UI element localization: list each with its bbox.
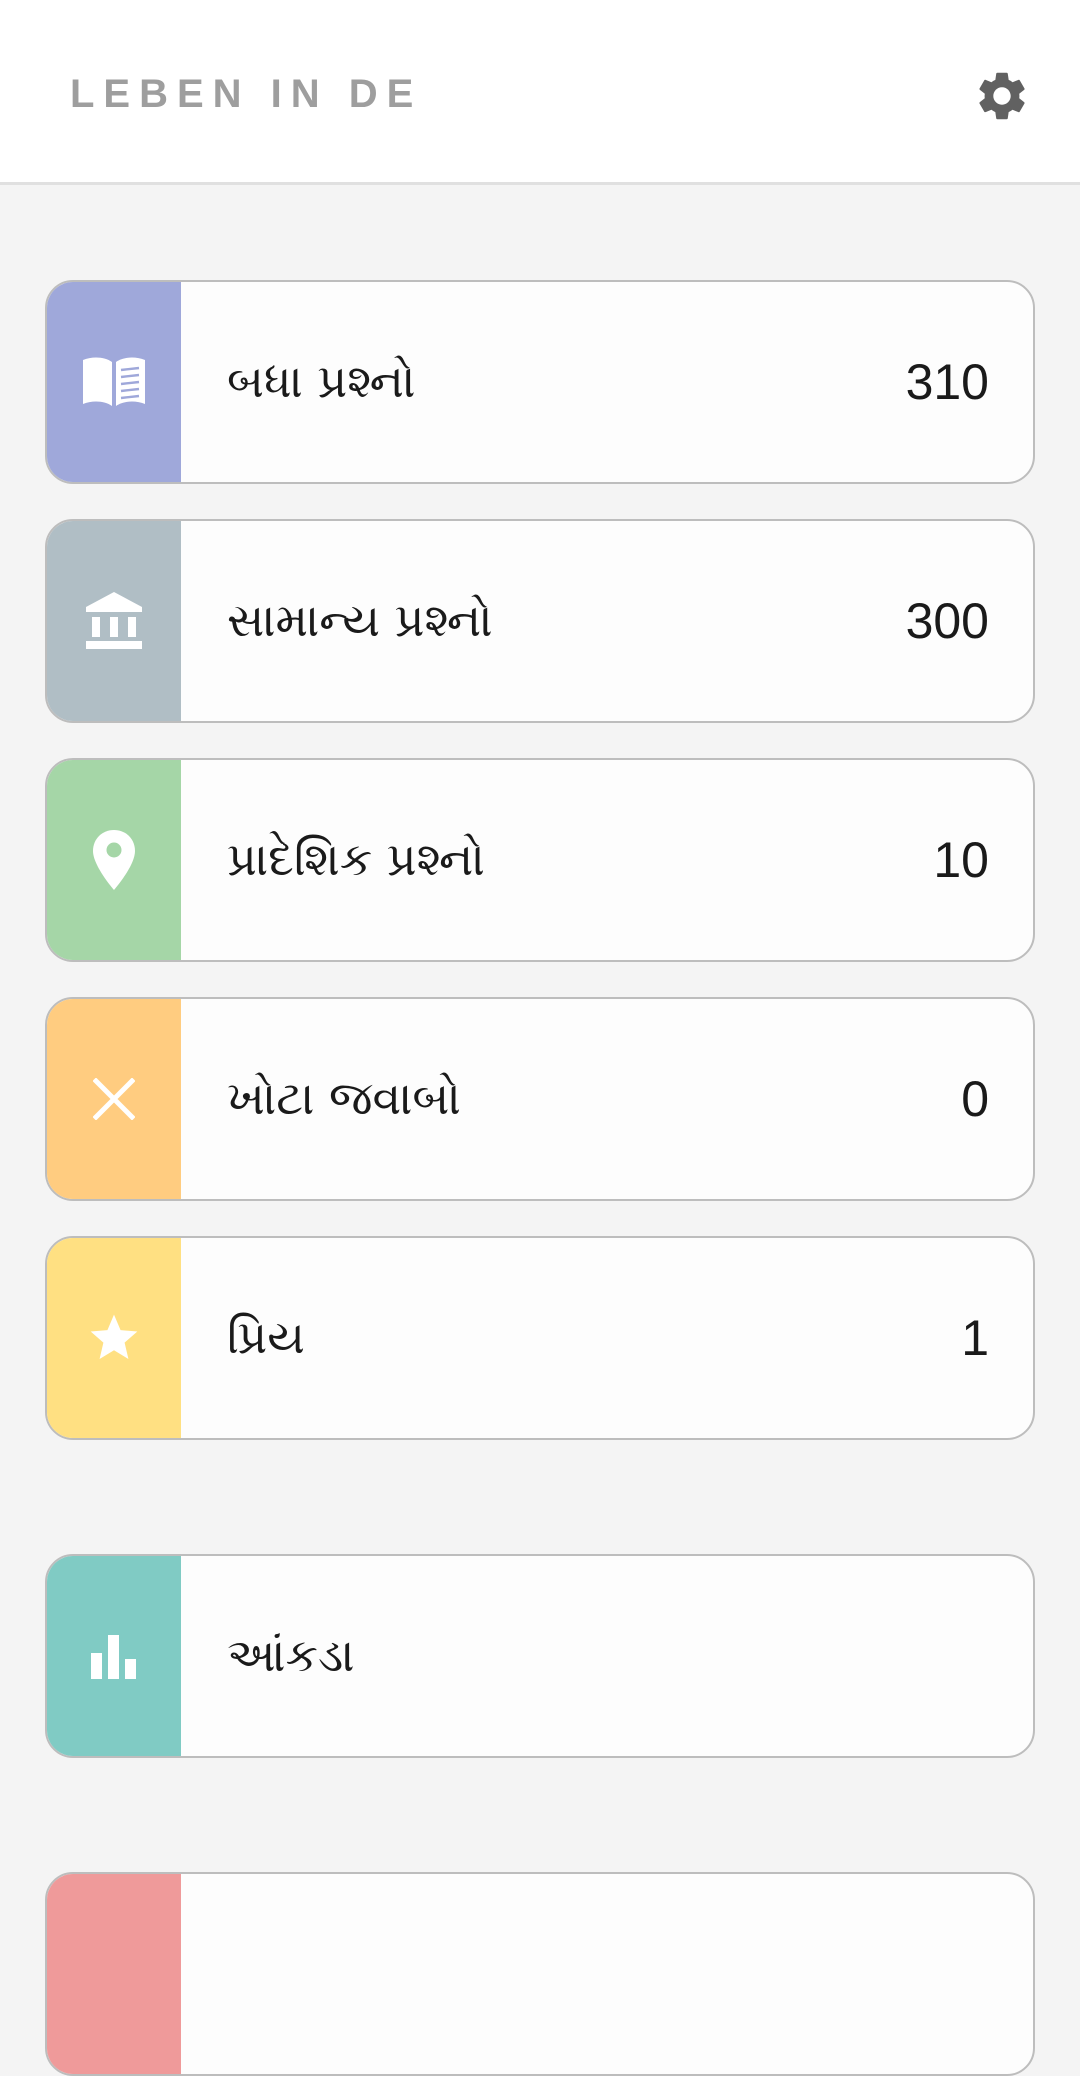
settings-button[interactable] (970, 64, 1034, 128)
app-title: LEBEN IN DE (70, 72, 423, 116)
menu-item-all-questions[interactable]: બધા પ્રશ્નો 310 (45, 280, 1035, 484)
card-icon-area (47, 521, 181, 721)
menu-item-partial[interactable] (45, 1872, 1035, 2076)
menu-item-label: બધા પ્રશ્નો (227, 354, 416, 408)
card-icon-area (47, 1238, 181, 1438)
institution-icon (86, 592, 142, 649)
card-icon-area (47, 760, 181, 960)
card-icon-area (47, 1874, 181, 2074)
book-icon (83, 357, 145, 406)
menu-item-regional-questions[interactable]: પ્રાદેશિક પ્રશ્નો 10 (45, 758, 1035, 962)
gear-icon (979, 72, 1025, 120)
app-header: LEBEN IN DE (0, 0, 1080, 185)
menu-item-count: 310 (905, 354, 989, 410)
menu-item-favorites[interactable]: પ્રિય 1 (45, 1236, 1035, 1440)
menu-item-count: 0 (961, 1071, 989, 1127)
menu-item-count: 10 (933, 832, 989, 888)
menu-item-label: ખોટા જવાબો (227, 1071, 461, 1125)
menu-item-label: પ્રિય (227, 1310, 305, 1364)
menu-item-statistics[interactable]: આંકડા (45, 1554, 1035, 1758)
menu-item-label: આંકડા (227, 1628, 355, 1682)
close-icon (93, 1078, 135, 1120)
menu-item-count: 1 (961, 1310, 989, 1366)
bar-chart-icon (91, 1635, 136, 1679)
card-icon-area (47, 999, 181, 1199)
card-icon-area (47, 282, 181, 482)
menu-item-wrong-answers[interactable]: ખોટા જવાબો 0 (45, 997, 1035, 1201)
star-icon (90, 1314, 138, 1359)
menu-item-count: 300 (905, 593, 989, 649)
card-icon-area (47, 1556, 181, 1756)
menu-item-label: સામાન્ય પ્રશ્નો (227, 593, 493, 647)
menu-item-general-questions[interactable]: સામાન્ય પ્રશ્નો 300 (45, 519, 1035, 723)
location-pin-icon (93, 830, 135, 890)
menu-item-label: પ્રાદેશિક પ્રશ્નો (227, 832, 485, 886)
